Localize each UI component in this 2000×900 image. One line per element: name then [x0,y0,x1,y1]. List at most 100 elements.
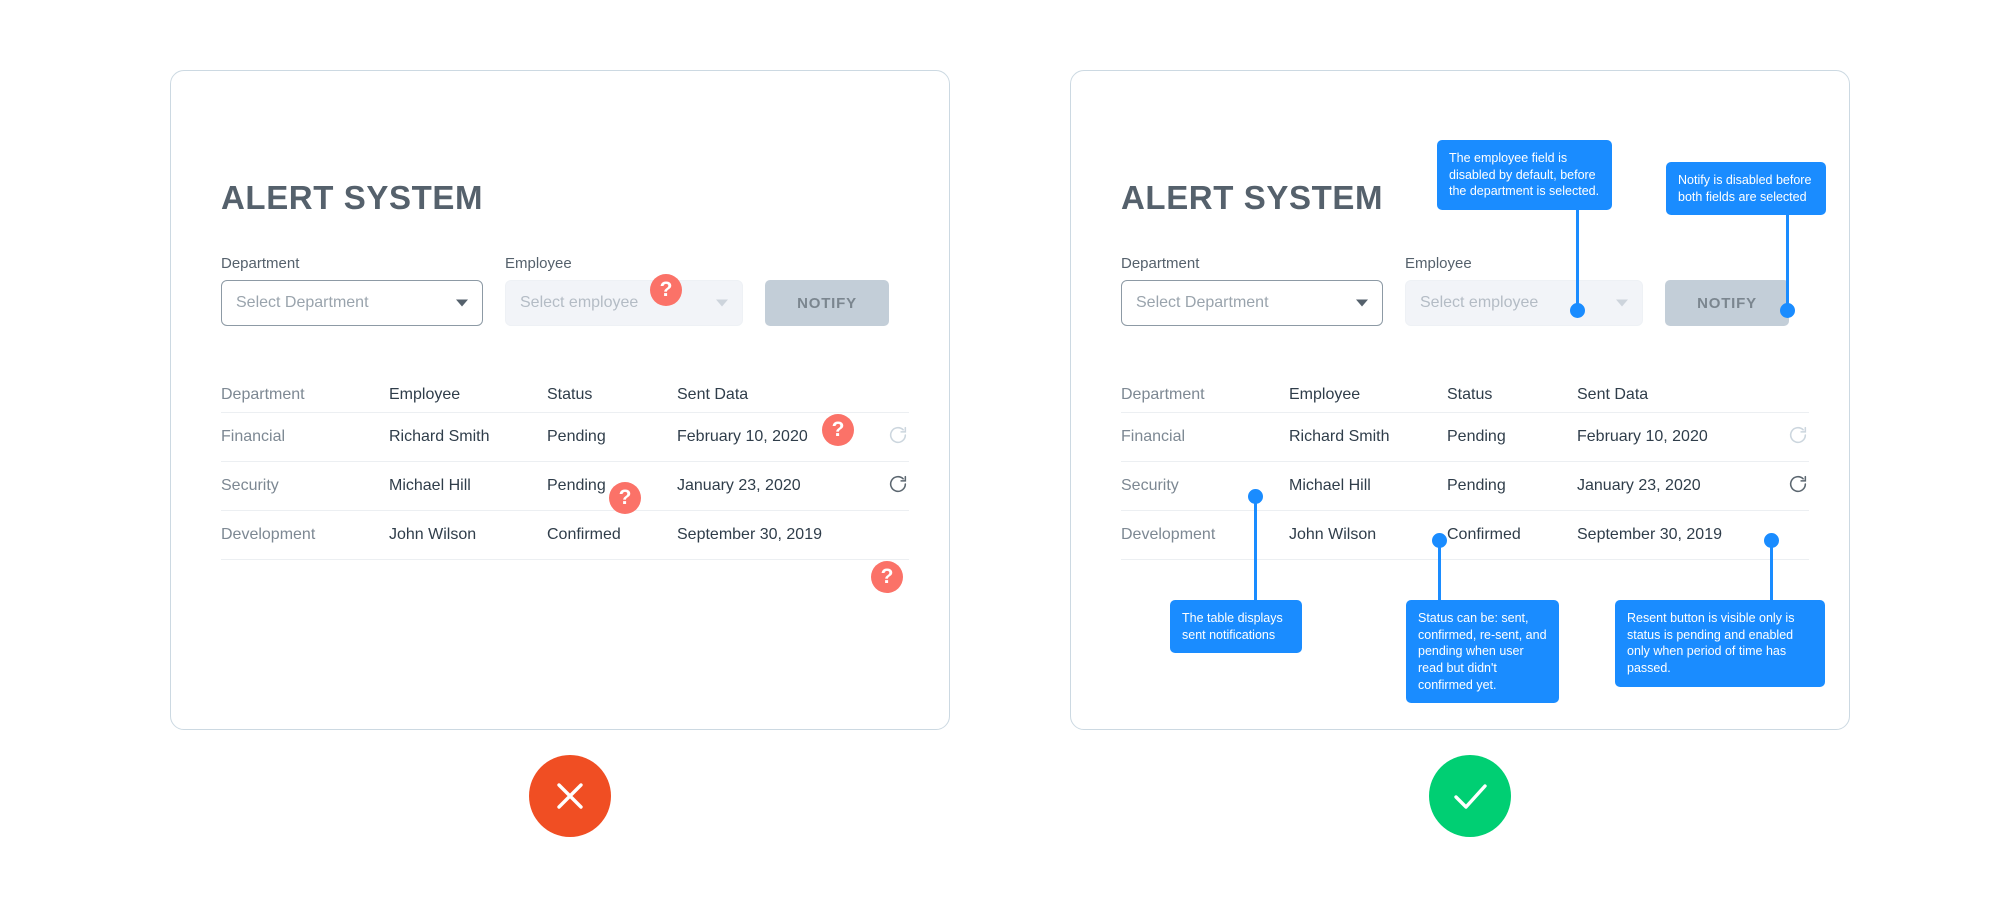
chevron-down-icon [456,299,468,307]
notify-button[interactable]: NOTIFY [765,280,889,326]
department-field-bad: Department Select Department [221,256,483,326]
tooltip-resend: Resent button is visible only is status … [1615,600,1825,687]
employee-field-good: Employee Select employee [1405,256,1643,326]
chevron-down-icon [1356,299,1368,307]
department-select-value: Select Department [1136,294,1269,311]
employee-select[interactable]: Select employee [1405,280,1643,326]
column-header-employee: Employee [389,386,461,403]
employee-select-value: Select employee [520,294,639,311]
leader-line-status [1438,540,1441,604]
leader-dot-employee-field [1570,303,1585,318]
column-header-status: Status [547,386,593,403]
resend-icon[interactable] [1787,424,1809,446]
alert-system-card-bad: ALERT SYSTEM Department Select Departmen… [170,70,950,730]
cell-employee: Michael Hill [1289,477,1371,494]
question-badge-table: ? [871,561,903,593]
tooltip-status: Status can be: sent, confirmed, re-sent,… [1406,600,1559,704]
employee-select[interactable]: Select employee [505,280,743,326]
table-row: Financial Richard Smith Pending February… [221,413,909,462]
chevron-down-icon [716,299,728,307]
resend-icon[interactable] [887,424,909,446]
card-content-bad: ALERT SYSTEM Department Select Departmen… [221,179,909,560]
cell-actions [1759,473,1809,500]
table-row: Security Michael Hill Pending January 23… [221,462,909,511]
page-title: ALERT SYSTEM [221,179,484,216]
column-header-sent-data: Sent Data [677,386,749,403]
cell-employee: Richard Smith [1289,428,1390,445]
notification-form-good: Department Select Department Employee Se… [1121,256,1807,326]
department-select[interactable]: Select Department [1121,280,1383,326]
table-row: Development John Wilson Confirmed Septem… [1121,511,1809,560]
tooltip-employee-field: The employee field is disabled by defaul… [1437,140,1612,210]
column-header-department: Department [221,386,305,403]
leader-dot-table [1248,489,1263,504]
department-select-value: Select Department [236,294,369,311]
table-header-row: Department Employee Status Sent Data [221,378,909,413]
x-icon [557,783,583,809]
employee-label: Employee [505,255,572,272]
leader-line-table [1254,496,1257,604]
notification-form-bad: Department Select Department Employee Se… [221,256,907,326]
department-select[interactable]: Select Department [221,280,483,326]
notifications-table-bad: Department Employee Status Sent Data Fin… [221,378,909,560]
employee-field-bad: Employee Select employee [505,256,743,326]
cell-employee: John Wilson [1289,526,1377,543]
cell-actions [859,473,909,500]
cell-department: Development [1121,526,1216,543]
cell-employee: Michael Hill [389,477,471,494]
department-field-good: Department Select Department [1121,256,1383,326]
question-badge-employee: ? [650,274,682,306]
table-header-row: Department Employee Status Sent Data [1121,378,1809,413]
leader-line-notify-button [1786,204,1789,310]
resend-icon[interactable] [1787,473,1809,495]
notify-button[interactable]: NOTIFY [1665,280,1789,326]
cell-sent-data: September 30, 2019 [677,526,822,543]
cell-employee: John Wilson [389,526,477,543]
question-badge-status: ? [609,482,641,514]
leader-dot-status [1432,533,1447,548]
cell-sent-data: January 23, 2020 [1577,477,1701,494]
cell-status: Confirmed [547,526,621,543]
tooltip-notify-button: Notify is disabled before both fields ar… [1666,162,1826,216]
department-label: Department [1121,255,1200,272]
comparison-stage: ALERT SYSTEM Department Select Departmen… [0,0,2000,900]
column-header-employee: Employee [1289,386,1361,403]
chevron-down-icon [1616,299,1628,307]
department-label: Department [221,255,300,272]
table-row: Development John Wilson Confirmed Septem… [221,511,909,560]
cell-department: Financial [221,428,286,445]
cell-actions [859,424,909,451]
cell-department: Security [221,477,279,494]
leader-line-resend [1770,540,1773,604]
cell-sent-data: January 23, 2020 [677,477,801,494]
cell-sent-data: September 30, 2019 [1577,526,1722,543]
column-header-department: Department [1121,386,1205,403]
resend-icon[interactable] [887,473,909,495]
cell-department: Financial [1121,428,1186,445]
cell-status: Pending [1447,428,1506,445]
employee-label: Employee [1405,255,1472,272]
column-header-sent-data: Sent Data [1577,386,1649,403]
notifications-table-good: Department Employee Status Sent Data Fin… [1121,378,1809,560]
cell-department: Development [221,526,316,543]
leader-dot-notify-button [1780,303,1795,318]
cell-status: Pending [547,428,606,445]
cell-status: Pending [1447,477,1506,494]
cell-employee: Richard Smith [389,428,490,445]
verdict-bad-badge [529,755,611,837]
check-icon [1454,784,1487,809]
employee-select-value: Select employee [1420,294,1539,311]
card-content-good: ALERT SYSTEM Department Select Departmen… [1121,181,1809,560]
question-badge-resend: ? [822,414,854,446]
cell-actions [1759,424,1809,451]
leader-line-employee-field [1576,196,1579,310]
tooltip-table: The table displays sent notifications [1170,600,1302,654]
table-row: Financial Richard Smith Pending February… [1121,413,1809,462]
cell-department: Security [1121,477,1179,494]
table-row: Security Michael Hill Pending January 23… [1121,462,1809,511]
cell-status: Confirmed [1447,526,1521,543]
column-header-status: Status [1447,386,1493,403]
leader-dot-resend [1764,533,1779,548]
verdict-good-badge [1429,755,1511,837]
cell-sent-data: February 10, 2020 [1577,428,1708,445]
